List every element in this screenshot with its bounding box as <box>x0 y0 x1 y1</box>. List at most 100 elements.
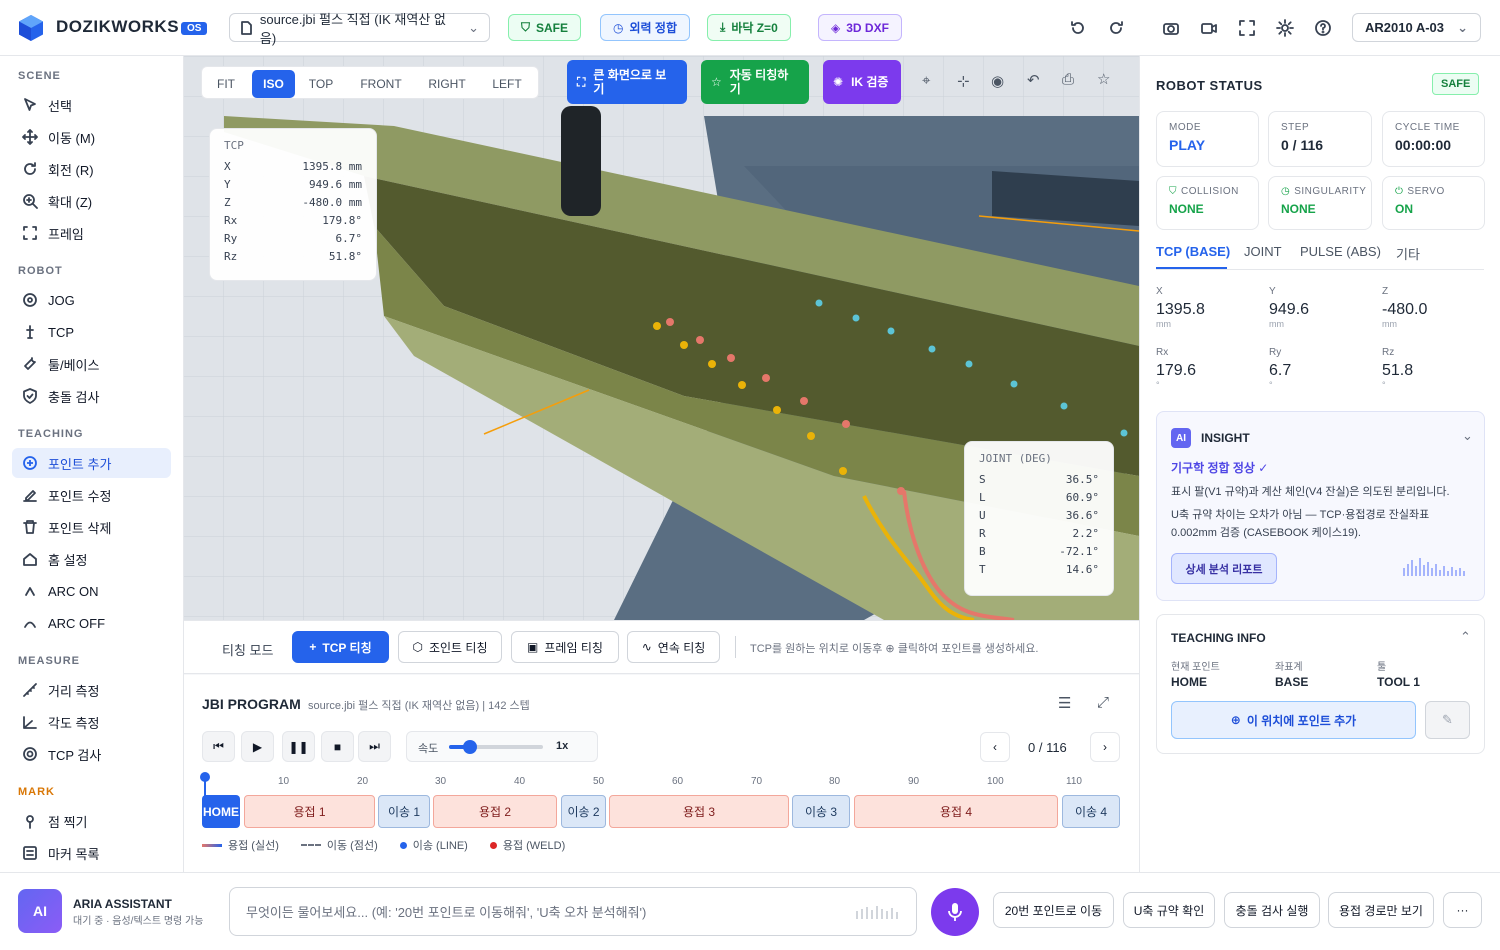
sidebar-item-delete-point[interactable]: 포인트 삭제 <box>12 512 171 542</box>
coord-unit: ° <box>1382 380 1386 390</box>
sidebar-item-edit-point[interactable]: 포인트 수정 <box>12 480 171 510</box>
favorite-icon[interactable]: ☆ <box>1097 70 1110 88</box>
undo-icon[interactable] <box>1069 19 1087 37</box>
sidebar-item-tcp[interactable]: TCP <box>12 317 171 347</box>
robot-selector[interactable]: AR2010 A-03 ⌄ <box>1352 13 1481 42</box>
quick-action-weld-path[interactable]: 용접 경로만 보기 <box>1328 892 1434 928</box>
sidebar-item-angle[interactable]: 각도 측정 <box>12 707 171 737</box>
gear-icon[interactable] <box>1276 19 1294 37</box>
sidebar-item-collision[interactable]: 충돌 검사 <box>12 381 171 411</box>
prev-step-button[interactable]: ‹ <box>980 732 1010 762</box>
frame-teach-button[interactable]: ▣ 프레임 티칭 <box>511 631 619 663</box>
tab-joint[interactable]: JOINT <box>1244 244 1282 259</box>
tcp-teach-button[interactable]: + TCP 티칭 <box>292 631 389 663</box>
skip-back-button[interactable]: ⏮ <box>202 731 235 762</box>
tab-view-front[interactable]: FRONT <box>352 70 410 98</box>
ik-verify-button[interactable]: ✺ IK 검증 <box>823 60 901 104</box>
sidebar-item-frame[interactable]: 프레임 <box>12 218 171 248</box>
safe-chip[interactable]: ⛉ SAFE <box>508 14 582 41</box>
quick-action-collision[interactable]: 충돌 검사 실행 <box>1224 892 1320 928</box>
fullscreen-view-button[interactable]: ⛶ 큰 화면으로 보기 <box>567 60 687 104</box>
continuous-teach-button[interactable]: ∿ 연속 티칭 <box>627 631 720 663</box>
expand-icon[interactable]: ⤢ <box>1097 694 1109 711</box>
play-button[interactable]: ▶ <box>241 731 274 762</box>
sidebar-item-move[interactable]: 이동 (M) <box>12 122 171 152</box>
chevron-up-icon[interactable]: ⌃ <box>1460 629 1471 645</box>
playhead-handle[interactable] <box>200 772 210 782</box>
sidebar-item-rotate[interactable]: 회전 (R) <box>12 154 171 184</box>
timeline-segment[interactable]: 이송 2 <box>561 795 606 828</box>
snapshot-icon[interactable]: ⎙ <box>1062 71 1074 88</box>
sidebar-item-tool-base[interactable]: 툴/베이스 <box>12 349 171 379</box>
tab-view-right[interactable]: RIGHT <box>420 70 474 98</box>
posture-chip[interactable]: ◷ 외력 정합 <box>600 14 690 41</box>
tab-tcp-base[interactable]: TCP (BASE) <box>1156 244 1230 259</box>
timeline-segment[interactable]: 용접 4 <box>854 795 1058 828</box>
chevron-down-icon[interactable]: ⌄ <box>1462 428 1473 444</box>
overlay-row-label: Z <box>224 196 231 209</box>
sidebar-item-arc-on[interactable]: ARC ON <box>12 576 171 606</box>
stop-button[interactable]: ■ <box>321 731 354 762</box>
fullscreen-icon[interactable] <box>1238 19 1256 37</box>
sidebar-item-add-point[interactable]: 포인트 추가 <box>12 448 171 478</box>
redo-icon[interactable] <box>1107 19 1125 37</box>
sidebar-item-jog[interactable]: JOG <box>12 285 171 315</box>
sidebar-item-marker-list[interactable]: 마커 목록 <box>12 838 171 868</box>
skip-forward-button[interactable]: ⏭ <box>358 731 391 762</box>
eye-icon[interactable]: ◉ <box>991 72 1004 90</box>
reset-icon[interactable]: ↶ <box>1027 71 1040 89</box>
timeline-tick: 110 <box>1066 776 1082 787</box>
frame-icon: ▣ <box>527 640 539 654</box>
sidebar-item-mark-point[interactable]: 점 찍기 <box>12 806 171 836</box>
quick-action-move-20[interactable]: 20번 포인트로 이동 <box>993 892 1114 928</box>
auto-teach-button[interactable]: ☆ 자동 티칭하기 <box>701 60 809 104</box>
tab-etc[interactable]: 기타 <box>1396 244 1420 263</box>
quick-action-u-axis[interactable]: U축 규약 확인 <box>1123 892 1215 928</box>
sidebar-item-select[interactable]: 선택 <box>12 90 171 120</box>
shield-icon: ⛉ <box>521 20 531 34</box>
target-icon <box>23 747 37 761</box>
timeline-segment[interactable]: 용접 3 <box>609 795 789 828</box>
ik-verify-label: IK 검증 <box>851 75 889 89</box>
tab-view-fit[interactable]: FIT <box>208 70 244 98</box>
sidebar-item-home-set[interactable]: 홈 설정 <box>12 544 171 574</box>
coord-unit: mm <box>1156 319 1171 329</box>
tab-view-top[interactable]: TOP <box>302 70 340 98</box>
next-step-button[interactable]: › <box>1090 732 1120 762</box>
assistant-input[interactable]: 무엇이든 물어보세요... (예: '20번 포인트로 이동해줘', 'U축 오… <box>229 887 917 936</box>
sidebar-item-tcp-check[interactable]: TCP 검사 <box>12 739 171 769</box>
speed-slider-handle[interactable] <box>462 740 477 754</box>
joint-teach-button[interactable]: ⬡ 조인트 티칭 <box>398 631 502 663</box>
file-selector[interactable]: source.jbi 펄스 직접 (IK 재역산 없음) ⌄ <box>229 12 490 46</box>
floor-chip[interactable]: ⤓ 바닥 Z=0 <box>707 14 791 41</box>
tab-pulse-abs[interactable]: PULSE (ABS) <box>1300 244 1381 259</box>
viewport-3d[interactable]: FIT ISO TOP FRONT RIGHT LEFT ⛶ 큰 화면으로 보기 … <box>184 56 1139 620</box>
sidebar-item-zoom[interactable]: 확대 (Z) <box>12 186 171 216</box>
menu-icon[interactable]: ☰ <box>1058 694 1071 712</box>
dxf-chip[interactable]: ◈ 3D DXF <box>818 14 902 41</box>
add-point-here-button[interactable]: ⊕ 이 위치에 포인트 추가 <box>1171 701 1416 739</box>
timeline-segment[interactable]: HOME <box>202 795 240 828</box>
locate-icon[interactable]: ⊹ <box>957 72 970 90</box>
timeline-segment[interactable]: 용접 2 <box>433 795 557 828</box>
sidebar-item-distance[interactable]: 거리 측정 <box>12 675 171 705</box>
tab-view-left[interactable]: LEFT <box>484 70 530 98</box>
timeline-segment[interactable]: 이송 1 <box>378 795 430 828</box>
speed-slider[interactable] <box>449 740 543 754</box>
timeline-segment[interactable]: 이송 4 <box>1062 795 1120 828</box>
microphone-button[interactable] <box>931 888 979 936</box>
sidebar-item-arc-off[interactable]: ARC OFF <box>12 608 171 638</box>
teach-mode-label: 티칭 모드 <box>222 643 274 658</box>
more-options-button[interactable]: ··· <box>1443 892 1482 928</box>
cycle-time-card-value: 00:00:00 <box>1395 137 1452 153</box>
edit-point-button[interactable]: ✎ <box>1425 701 1470 739</box>
tab-view-iso[interactable]: ISO <box>252 70 295 98</box>
detail-report-button[interactable]: 상세 분석 리포트 <box>1171 553 1277 584</box>
timeline-segment[interactable]: 이송 3 <box>792 795 850 828</box>
crosshair-icon[interactable]: ⌖ <box>922 72 930 89</box>
video-icon[interactable] <box>1200 19 1218 37</box>
timeline-segment[interactable]: 용접 1 <box>244 795 375 828</box>
pause-button[interactable]: ❚❚ <box>282 731 315 762</box>
camera-icon[interactable] <box>1162 19 1180 37</box>
help-icon[interactable] <box>1314 19 1332 37</box>
